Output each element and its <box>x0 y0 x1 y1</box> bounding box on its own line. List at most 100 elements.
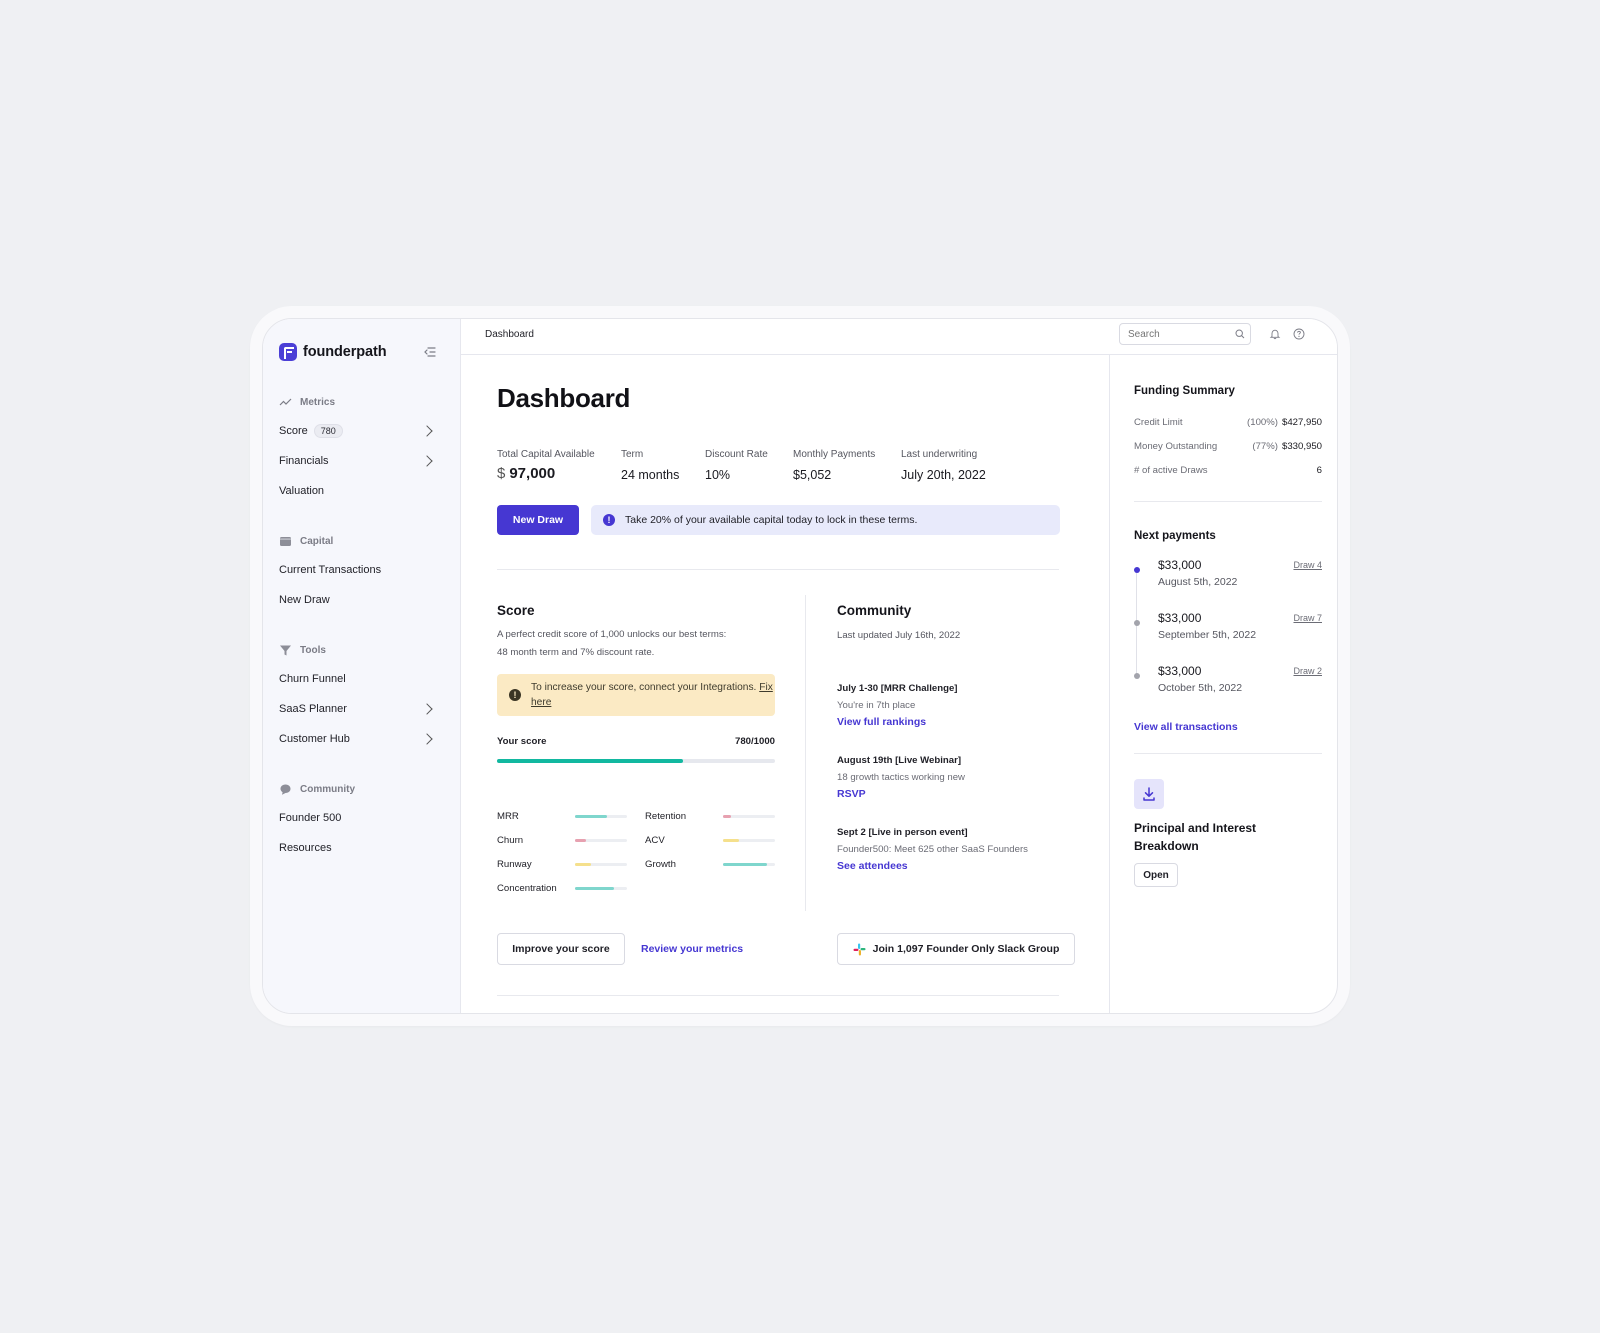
see-attendees-link[interactable]: See attendees <box>837 860 1028 872</box>
credit-limit-row: Credit Limit (100%) $427,950 <box>1134 417 1322 428</box>
metric-bar-fill <box>575 815 608 818</box>
sidebar-item-financials[interactable]: Financials <box>279 446 435 476</box>
sidebar-item-score[interactable]: Score 780 <box>279 416 435 446</box>
sidebar-item-label: Valuation <box>279 485 325 497</box>
sidebar-item-saas-planner[interactable]: SaaS Planner <box>279 694 435 724</box>
sidebar-item-new-draw[interactable]: New Draw <box>279 585 435 615</box>
sidebar-item-churn-funnel[interactable]: Churn Funnel <box>279 664 435 694</box>
payment-amount: $33,000 <box>1158 664 1202 678</box>
draw-link[interactable]: Draw 7 <box>1293 613 1322 623</box>
sidebar-item-label: Score <box>279 425 308 437</box>
sidebar-item-founder-500[interactable]: Founder 500 <box>279 803 435 833</box>
timeline-dot-active <box>1134 567 1140 573</box>
community-panel: Community Last updated July 16th, 2022 J… <box>837 603 1077 872</box>
draw-link[interactable]: Draw 2 <box>1293 666 1322 676</box>
metric-label: Growth <box>645 859 676 870</box>
notice-text: Take 20% of your available capital today… <box>625 514 918 526</box>
nav-section-tools: Tools Churn Funnel SaaS Planner Customer… <box>279 642 435 754</box>
row-label: Money Outstanding <box>1134 441 1218 452</box>
sidebar-item-label: SaaS Planner <box>279 703 347 715</box>
score-progress-fill <box>497 759 684 763</box>
score-metric-runway: Runway <box>497 859 627 870</box>
sidebar-item-resources[interactable]: Resources <box>279 833 435 863</box>
event-title: July 1-30 [MRR Challenge] <box>837 683 958 694</box>
integration-warning: ! To increase your score, connect your I… <box>497 674 775 716</box>
event-desc: 18 growth tactics working new <box>837 772 965 783</box>
founderpath-logo-icon <box>279 343 297 361</box>
community-title: Community <box>837 603 912 618</box>
sidebar-item-customer-hub[interactable]: Customer Hub <box>279 724 435 754</box>
info-icon: ! <box>603 514 615 526</box>
search-input[interactable] <box>1119 323 1251 345</box>
slack-button-label: Join 1,097 Founder Only Slack Group <box>872 943 1060 955</box>
sidebar-item-label: Current Transactions <box>279 564 382 576</box>
metric-label: Churn <box>497 835 524 846</box>
join-slack-button[interactable]: Join 1,097 Founder Only Slack Group <box>837 933 1075 965</box>
score-description: A perfect credit score of 1,000 unlocks … <box>497 629 727 658</box>
section-divider <box>497 995 1059 996</box>
panel-divider <box>1134 753 1322 754</box>
help-icon[interactable] <box>1293 328 1305 340</box>
open-breakdown-button[interactable]: Open <box>1134 863 1178 887</box>
brand-name: founderpath <box>303 344 387 360</box>
score-title: Score <box>497 603 535 618</box>
right-panel: Funding Summary Credit Limit (100%) $427,… <box>1109 355 1337 1013</box>
your-score-label: Your score <box>497 736 547 747</box>
metric-bar <box>575 863 627 866</box>
your-score-value: 780/1000 <box>734 736 775 747</box>
metric-bar-fill <box>575 839 587 842</box>
funding-summary-title: Funding Summary <box>1134 385 1235 397</box>
your-score-row: Your score 780/1000 <box>497 736 775 747</box>
section-divider <box>497 569 1059 570</box>
row-label: Credit Limit <box>1134 417 1183 428</box>
section-title: Tools <box>300 644 326 656</box>
breakdown-title: Principal and Interest Breakdown <box>1134 821 1257 853</box>
sidebar-item-current-transactions[interactable]: Current Transactions <box>279 555 435 585</box>
rsvp-link[interactable]: RSVP <box>837 788 965 800</box>
view-rankings-link[interactable]: View full rankings <box>837 716 957 728</box>
timeline-dot <box>1134 620 1140 626</box>
section-title: Community <box>300 783 355 795</box>
next-payments-title: Next payments <box>1134 530 1216 542</box>
review-metrics-link[interactable]: Review your metrics <box>641 943 743 955</box>
wallet-icon <box>280 536 291 546</box>
view-all-transactions-link[interactable]: View all transactions <box>1134 721 1238 733</box>
sidebar-item-label: New Draw <box>279 594 330 606</box>
new-draw-button[interactable]: New Draw <box>497 505 579 535</box>
metric-bar <box>723 815 775 818</box>
chevron-right-icon <box>421 425 433 437</box>
device-frame: founderpath Metrics Score 780 Financials <box>250 306 1350 1026</box>
search-icon[interactable] <box>1235 329 1245 339</box>
download-icon[interactable] <box>1134 779 1164 809</box>
draw-link[interactable]: Draw 4 <box>1293 560 1322 570</box>
metric-bar <box>575 839 627 842</box>
improve-score-button[interactable]: Improve your score <box>497 933 625 965</box>
metric-label: Runway <box>497 859 532 870</box>
chevron-right-icon <box>421 703 433 715</box>
breadcrumb[interactable]: Dashboard <box>485 329 534 340</box>
bell-icon[interactable] <box>1269 328 1281 340</box>
event-title: August 19th [Live Webinar] <box>837 755 962 766</box>
score-panel: Score A perfect credit score of 1,000 un… <box>497 603 777 763</box>
sidebar: founderpath Metrics Score 780 Financials <box>263 319 461 1013</box>
stat-total-capital: Total Capital Available $97,000 <box>497 449 595 482</box>
stat-term: Term 24 months <box>621 449 679 482</box>
warning-icon: ! <box>509 689 521 701</box>
sidebar-item-label: Resources <box>279 842 332 854</box>
row-label: # of active Draws <box>1134 465 1208 476</box>
app-window: founderpath Metrics Score 780 Financials <box>262 318 1338 1014</box>
collapse-sidebar-icon[interactable] <box>423 345 437 359</box>
score-metric-mrr: MRR <box>497 811 627 822</box>
currency-symbol: $ <box>497 465 506 482</box>
event-desc: Founder500: Meet 625 other SaaS Founders <box>837 844 1028 855</box>
metric-bar-fill <box>723 863 768 866</box>
metric-bar-fill <box>723 839 739 842</box>
sidebar-item-label: Founder 500 <box>279 812 342 824</box>
metric-bar <box>723 863 775 866</box>
sidebar-item-valuation[interactable]: Valuation <box>279 476 435 506</box>
metric-bar-fill <box>575 863 591 866</box>
brand[interactable]: founderpath <box>279 343 387 361</box>
metric-bar-fill <box>575 887 614 890</box>
panel-divider <box>1134 501 1322 502</box>
warning-text: To increase your score, connect your Int… <box>531 682 757 693</box>
